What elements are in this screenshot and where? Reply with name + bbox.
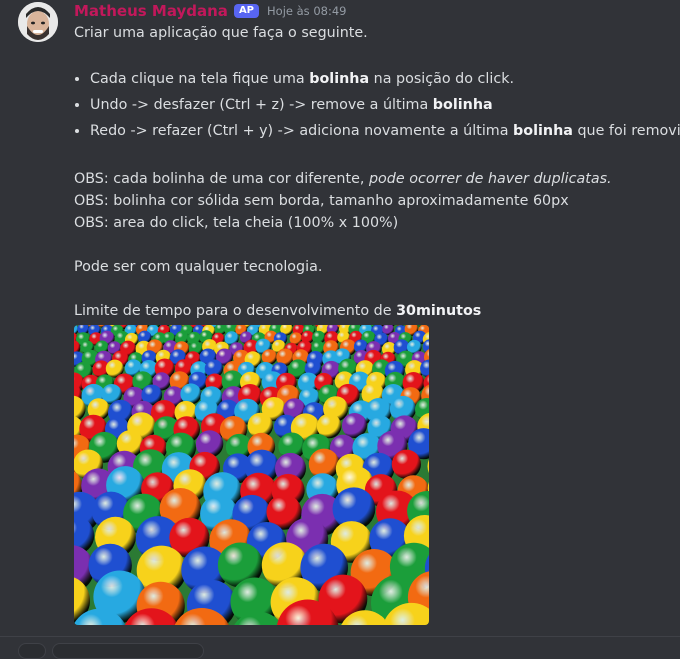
obs-line: OBS: area do click, tela cheia (100% x 1… (74, 212, 674, 234)
reaction-button[interactable] (52, 643, 204, 659)
next-message-strip (0, 636, 680, 652)
list-item: Undo -> desfazer (Ctrl + z) -> remove a … (90, 94, 674, 116)
message-header: Matheus Maydana AP Hoje às 08:49 (74, 1, 346, 21)
author-badge: AP (234, 4, 259, 18)
tech-line: Pode ser com qualquer tecnologia. (74, 256, 674, 278)
message-timestamp: Hoje às 08:49 (267, 4, 346, 18)
message-content: Criar uma aplicação que faça o seguinte.… (74, 22, 674, 322)
author-name[interactable]: Matheus Maydana (74, 2, 228, 20)
intro-text: Criar uma aplicação que faça o seguinte. (74, 22, 674, 44)
time-limit-line: Limite de tempo para o desenvolvimento d… (74, 300, 674, 322)
user-avatar-icon (18, 2, 58, 42)
list-item: Cada clique na tela fique uma bolinha na… (90, 68, 674, 90)
ball-pit-image-icon (74, 325, 429, 625)
reaction-button[interactable] (18, 643, 46, 659)
avatar[interactable] (18, 2, 58, 42)
list-item: Redo -> refazer (Ctrl + y) -> adiciona n… (90, 120, 674, 142)
obs-line: OBS: cada bolinha de uma cor diferente, … (74, 168, 674, 190)
requirements-list: Cada clique na tela fique uma bolinha na… (74, 68, 674, 142)
ball-shape (392, 450, 421, 479)
image-attachment[interactable] (74, 325, 429, 625)
chat-message: Matheus Maydana AP Hoje às 08:49 Criar u… (0, 0, 680, 636)
obs-line: OBS: bolinha cor sólida sem borda, taman… (74, 190, 674, 212)
